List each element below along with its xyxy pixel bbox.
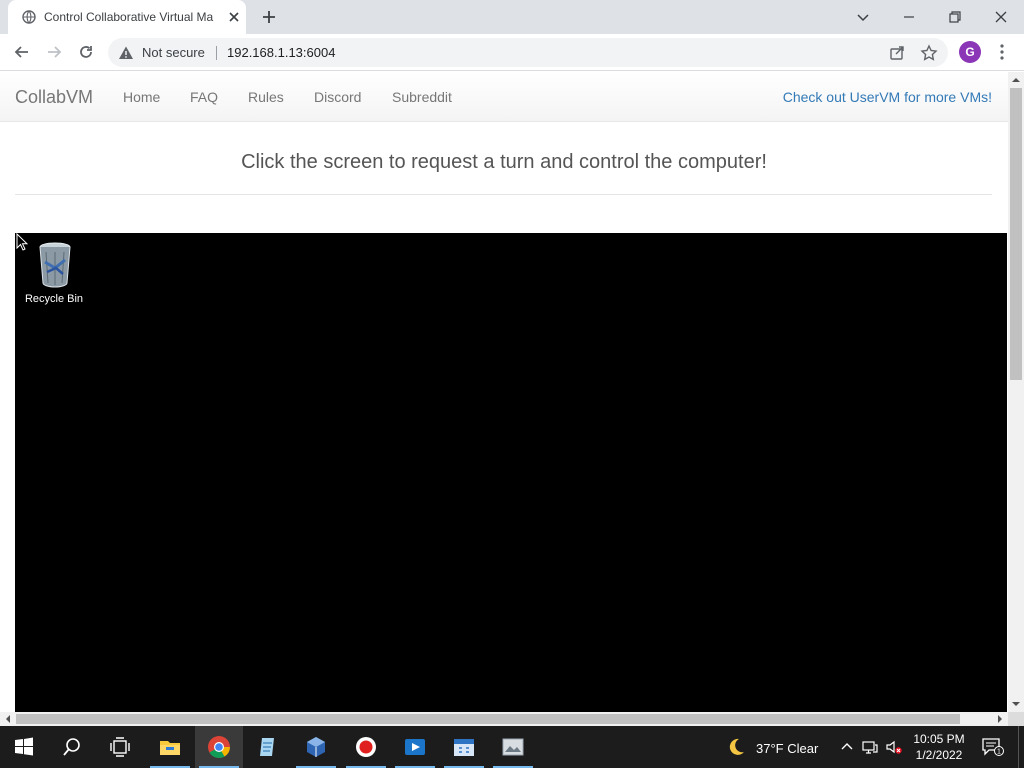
uservm-link[interactable]: Check out UserVM for more VMs!	[783, 89, 992, 105]
security-label[interactable]: Not secure	[142, 45, 205, 60]
virtualbox-icon	[307, 737, 325, 757]
vertical-scrollbar[interactable]	[1008, 72, 1024, 712]
page-viewport: CollabVM Home FAQ Rules Discord Subreddi…	[0, 72, 1008, 712]
record-icon	[356, 737, 376, 757]
site-brand[interactable]: CollabVM	[15, 87, 93, 108]
vertical-scroll-thumb[interactable]	[1010, 88, 1022, 380]
start-button[interactable]	[0, 726, 48, 768]
notification-center-icon[interactable]: 1	[982, 737, 1004, 757]
scrollbar-corner	[1008, 712, 1024, 726]
taskbar-calendar-app[interactable]	[440, 726, 488, 768]
browser-tab[interactable]: Control Collaborative Virtual Ma	[8, 0, 246, 34]
browser-toolbar: Not secure 192.168.1.13:6004	[0, 34, 1024, 71]
tab-title: Control Collaborative Virtual Ma	[44, 10, 214, 24]
horizontal-scrollbar[interactable]	[0, 712, 1008, 726]
chevron-up-icon[interactable]	[839, 739, 855, 755]
bookmark-star-icon[interactable]	[920, 44, 938, 62]
minimize-icon[interactable]	[899, 7, 919, 27]
restore-icon[interactable]	[945, 7, 965, 27]
kebab-menu-icon[interactable]	[996, 43, 1008, 61]
url-text[interactable]: 192.168.1.13:6004	[227, 45, 335, 60]
notepad-app-icon	[260, 738, 274, 756]
site-navbar: CollabVM Home FAQ Rules Discord Subreddi…	[0, 72, 1008, 122]
notification-count: 1	[997, 749, 1001, 756]
clock-time: 10:05 PM	[913, 732, 965, 746]
show-desktop-button[interactable]	[1018, 726, 1024, 768]
globe-icon	[22, 10, 36, 24]
reload-icon[interactable]	[77, 43, 95, 61]
profile-avatar[interactable]: G	[959, 41, 981, 63]
tab-search-chevron-icon[interactable]	[853, 7, 873, 27]
vm-display[interactable]: Recycle Bin	[15, 233, 1007, 712]
start-icon	[15, 737, 33, 756]
scroll-right-icon[interactable]	[992, 711, 1008, 727]
media-app-icon	[405, 739, 425, 755]
close-tab-icon[interactable]	[226, 9, 242, 25]
browser-titlebar: Control Collaborative Virtual Ma	[0, 0, 1024, 34]
recycle-bin-icon	[39, 242, 71, 288]
divider	[15, 194, 992, 195]
taskbar-recorder[interactable]	[342, 726, 390, 768]
new-tab-icon[interactable]	[260, 8, 278, 26]
nav-link-discord[interactable]: Discord	[314, 89, 361, 105]
horizontal-scroll-thumb[interactable]	[16, 714, 960, 724]
task-view-icon	[110, 737, 130, 757]
scroll-left-icon[interactable]	[0, 711, 16, 727]
task-view-button[interactable]	[96, 726, 144, 768]
share-icon[interactable]	[888, 44, 906, 62]
taskbar-photo-app[interactable]	[489, 726, 537, 768]
back-arrow-icon[interactable]	[13, 43, 31, 61]
windows-taskbar: 37°F Clear 10:05 PM 1/2/2022 1	[0, 726, 1024, 768]
close-window-icon[interactable]	[991, 7, 1011, 27]
taskbar-file-explorer[interactable]	[146, 726, 194, 768]
chrome-icon	[208, 736, 230, 758]
weather-text[interactable]: 37°F Clear	[756, 741, 818, 756]
clock-date: 1/2/2022	[915, 748, 963, 762]
address-bar[interactable]: Not secure 192.168.1.13:6004	[108, 38, 948, 67]
taskbar-virtualbox[interactable]	[292, 726, 340, 768]
moon-weather-icon[interactable]	[726, 737, 746, 757]
system-clock[interactable]: 10:05 PM 1/2/2022	[906, 731, 972, 763]
taskbar-notepad-app[interactable]	[244, 726, 292, 768]
network-icon[interactable]	[862, 739, 878, 755]
file-explorer-icon	[160, 741, 180, 755]
page-headline: Click the screen to request a turn and c…	[241, 151, 767, 173]
calendar-app-icon	[454, 739, 474, 756]
forward-arrow-icon[interactable]	[45, 43, 63, 61]
nav-link-home[interactable]: Home	[123, 89, 160, 105]
scroll-up-icon[interactable]	[1008, 72, 1024, 88]
taskbar-chrome[interactable]	[195, 726, 243, 768]
nav-link-rules[interactable]: Rules	[248, 89, 284, 105]
nav-link-subreddit[interactable]: Subreddit	[392, 89, 452, 105]
mouse-cursor-icon	[16, 233, 28, 251]
search-button[interactable]	[48, 726, 96, 768]
scroll-down-icon[interactable]	[1008, 696, 1024, 712]
desktop-icon-label: Recycle Bin	[24, 293, 84, 305]
photo-app-icon	[502, 738, 524, 756]
search-icon	[63, 738, 80, 756]
omnibox-divider	[216, 46, 217, 60]
desktop-icon-recycle-bin[interactable]: Recycle Bin	[23, 240, 85, 310]
nav-link-faq[interactable]: FAQ	[190, 89, 218, 105]
taskbar-media-app[interactable]	[391, 726, 439, 768]
warning-icon[interactable]	[118, 45, 134, 61]
volume-muted-icon[interactable]	[886, 739, 902, 755]
